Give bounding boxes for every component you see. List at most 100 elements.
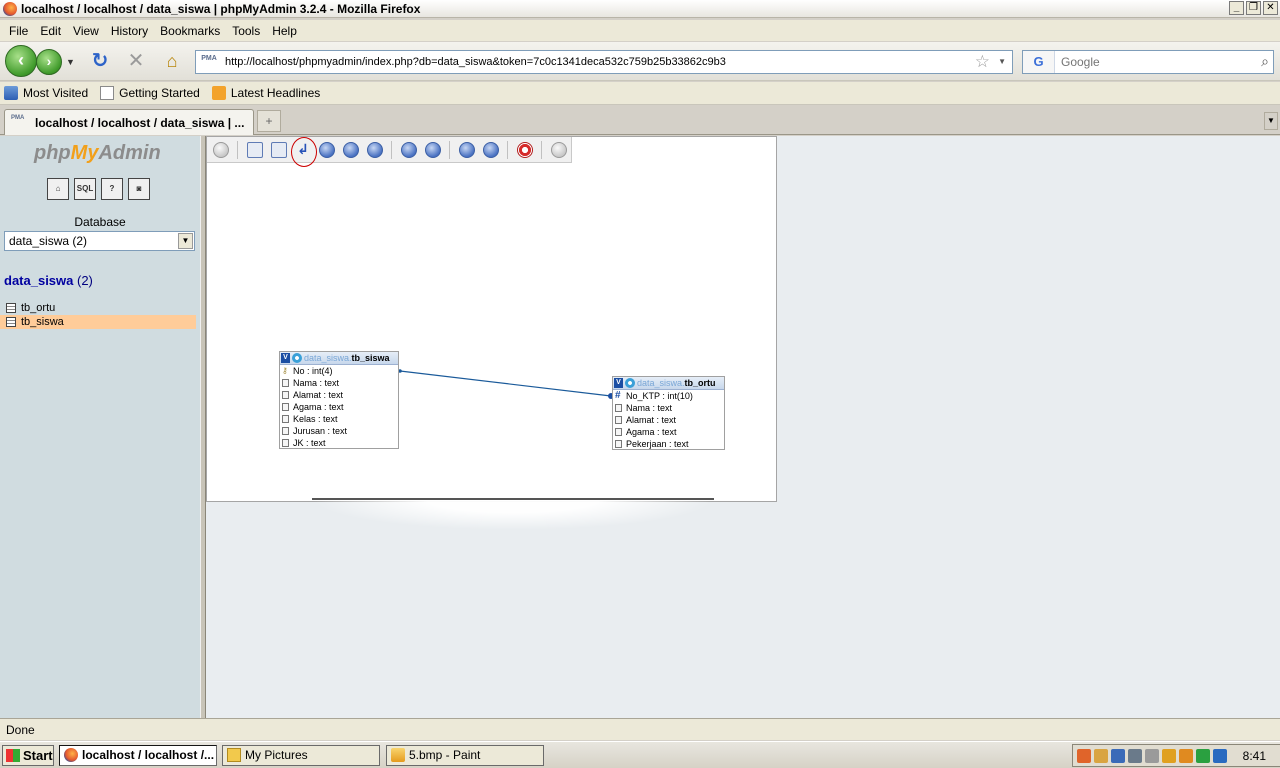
toggle-columns-icon[interactable]: V bbox=[281, 353, 290, 363]
bookmark-getting-started[interactable]: Getting Started bbox=[100, 86, 200, 100]
history-dropdown-icon[interactable]: ▼ bbox=[66, 57, 75, 67]
search-bar[interactable]: G ⌕ bbox=[1022, 50, 1274, 74]
tray-icon[interactable] bbox=[1162, 748, 1176, 763]
reload-icon[interactable] bbox=[319, 142, 335, 158]
table-item-tb_siswa[interactable]: tb_siswa bbox=[0, 315, 196, 329]
save-position-icon[interactable] bbox=[247, 142, 263, 158]
volume-icon[interactable] bbox=[1179, 748, 1193, 763]
move-menu-icon[interactable] bbox=[551, 142, 567, 158]
network-icon[interactable] bbox=[1111, 748, 1125, 763]
table-header[interactable]: V data_siswa. tb_ortu bbox=[613, 377, 724, 390]
column-icon bbox=[615, 440, 622, 448]
column-row[interactable]: JK : text bbox=[280, 437, 398, 449]
snap-to-grid-icon[interactable] bbox=[425, 142, 441, 158]
database-link[interactable]: data_siswa bbox=[4, 273, 73, 288]
phpmyadmin-logo[interactable]: phpMyAdmin bbox=[34, 142, 161, 165]
minimize-button[interactable]: _ bbox=[1229, 1, 1244, 15]
create-table-icon[interactable] bbox=[271, 142, 287, 158]
stop-icon[interactable]: ✕ bbox=[126, 51, 146, 71]
url-text[interactable]: http://localhost/phpmyadmin/index.php?db… bbox=[225, 56, 726, 68]
column-row[interactable]: Pekerjaan : text bbox=[613, 438, 724, 450]
taskbar-item-paint[interactable]: 5.bmp - Paint bbox=[386, 745, 544, 766]
column-row[interactable]: Jurusan : text bbox=[280, 425, 398, 437]
column-row[interactable]: Agama : text bbox=[613, 426, 724, 438]
column-row[interactable]: Alamat : text bbox=[613, 414, 724, 426]
reload-icon[interactable]: ↻ bbox=[90, 51, 110, 71]
url-dropdown-icon[interactable]: ▼ bbox=[998, 57, 1006, 66]
tray-icon[interactable] bbox=[1145, 748, 1159, 763]
column-row[interactable]: ⚷ No : int(4) bbox=[280, 365, 398, 377]
new-tab-button[interactable]: + bbox=[257, 110, 281, 132]
docs-icon[interactable]: ◙ bbox=[128, 178, 150, 200]
column-icon bbox=[282, 427, 289, 435]
google-engine-icon[interactable]: G bbox=[1023, 51, 1055, 73]
menu-edit[interactable]: Edit bbox=[34, 24, 67, 38]
table-options-icon[interactable] bbox=[292, 353, 302, 363]
tray-icon[interactable] bbox=[1128, 748, 1142, 763]
bookmark-most-visited[interactable]: Most Visited bbox=[4, 86, 88, 100]
table-icon[interactable] bbox=[6, 303, 16, 313]
firefox-icon bbox=[3, 1, 17, 16]
table-item-tb_ortu[interactable]: tb_ortu bbox=[0, 301, 200, 315]
menu-bookmarks[interactable]: Bookmarks bbox=[154, 24, 226, 38]
column-row[interactable]: Nama : text bbox=[613, 402, 724, 414]
home-icon[interactable]: ⌂ bbox=[47, 178, 69, 200]
bookmark-latest-headlines[interactable]: Latest Headlines bbox=[211, 86, 320, 100]
tray-icon[interactable] bbox=[1196, 748, 1210, 763]
table-header[interactable]: V data_siswa. tb_siswa bbox=[280, 352, 398, 365]
column-icon bbox=[282, 403, 289, 411]
xampp-icon[interactable] bbox=[1077, 748, 1091, 763]
forward-button[interactable]: › bbox=[36, 49, 62, 75]
help-icon[interactable] bbox=[343, 142, 359, 158]
status-bar: Done bbox=[0, 718, 1280, 740]
column-row[interactable]: Nama : text bbox=[280, 377, 398, 389]
search-input[interactable] bbox=[1061, 55, 1241, 69]
pma-sidebar: phpMyAdmin ⌂ SQL ? ◙ Database data_siswa… bbox=[0, 136, 200, 718]
designer-table-tb_ortu[interactable]: V data_siswa. tb_ortu # No_KTP : int(10) N… bbox=[612, 376, 725, 450]
toggle-columns-icon[interactable]: V bbox=[614, 378, 623, 388]
toggle-small-big-icon[interactable] bbox=[483, 142, 499, 158]
question-icon[interactable] bbox=[367, 142, 383, 158]
sql-icon[interactable]: SQL bbox=[74, 178, 96, 200]
small-big-all-icon[interactable] bbox=[459, 142, 475, 158]
show-hide-menu-icon[interactable] bbox=[213, 142, 229, 158]
menu-history[interactable]: History bbox=[105, 24, 154, 38]
tab-active[interactable]: PMA localhost / localhost / data_siswa |… bbox=[4, 109, 254, 135]
start-button[interactable]: Start bbox=[2, 745, 54, 766]
menu-tools[interactable]: Tools bbox=[226, 24, 266, 38]
menu-file[interactable]: File bbox=[3, 24, 34, 38]
designer-table-tb_siswa[interactable]: V data_siswa. tb_siswa ⚷ No : int(4) Nama … bbox=[279, 351, 399, 449]
url-bar[interactable]: PMA http://localhost/phpmyadmin/index.ph… bbox=[195, 50, 1013, 74]
column-row[interactable]: Kelas : text bbox=[280, 413, 398, 425]
designer-canvas[interactable]: ↲ V data_siswa. tb_siswa ⚷ No: int(4) N… bbox=[206, 136, 777, 502]
tray-icon[interactable] bbox=[1094, 748, 1108, 763]
column-row[interactable]: # No_KTP : int(10) bbox=[613, 390, 724, 402]
chevron-down-icon[interactable]: ▼ bbox=[178, 233, 193, 249]
bookmark-star-icon[interactable]: ☆ bbox=[975, 52, 990, 72]
tab-list-dropdown-icon[interactable]: ▼ bbox=[1264, 112, 1278, 130]
status-text: Done bbox=[6, 723, 35, 737]
taskbar-item-firefox[interactable]: localhost / localhost /... bbox=[59, 745, 217, 766]
search-icon[interactable]: ⌕ bbox=[1261, 53, 1269, 70]
site-favicon-icon: PMA bbox=[201, 55, 217, 62]
column-row[interactable]: Alamat : text bbox=[280, 389, 398, 401]
import-export-pdf-icon[interactable] bbox=[517, 142, 533, 158]
maximize-button[interactable]: ❐ bbox=[1246, 1, 1261, 15]
hash-icon: # bbox=[615, 390, 621, 401]
column-row[interactable]: Agama : text bbox=[280, 401, 398, 413]
rss-icon bbox=[211, 86, 226, 100]
menu-help[interactable]: Help bbox=[266, 24, 303, 38]
query-icon[interactable]: ? bbox=[101, 178, 123, 200]
table-icon[interactable] bbox=[6, 317, 16, 327]
close-button[interactable]: ✕ bbox=[1263, 1, 1278, 15]
menu-view[interactable]: View bbox=[67, 24, 105, 38]
tray-icon[interactable] bbox=[1213, 748, 1227, 763]
table-options-icon[interactable] bbox=[625, 378, 635, 388]
home-icon[interactable]: ⌂ bbox=[162, 51, 182, 71]
back-button[interactable]: ‹ bbox=[5, 45, 37, 77]
angular-links-icon[interactable] bbox=[401, 142, 417, 158]
taskbar-item-my-pictures[interactable]: My Pictures bbox=[222, 745, 380, 766]
database-select[interactable]: data_siswa (2) ▼ bbox=[4, 231, 195, 251]
navigation-toolbar: ‹ › ▼ ↻ ✕ ⌂ PMA http://localhost/phpmyad… bbox=[0, 42, 1280, 81]
table-count: (2) bbox=[77, 273, 93, 288]
